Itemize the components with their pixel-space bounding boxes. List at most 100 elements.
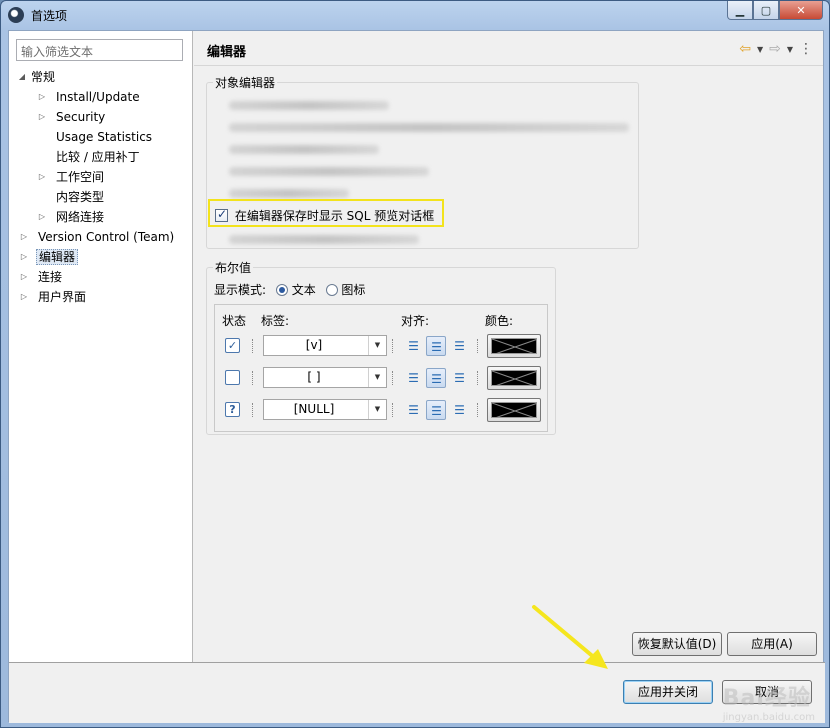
collapsed-triangle-icon[interactable]: ▷ [37, 107, 47, 127]
label-combo[interactable]: [v] ▼ [263, 335, 387, 356]
apply-and-close-button[interactable]: 应用并关闭 [623, 680, 713, 704]
align-left-icon[interactable]: ☰ [403, 400, 423, 420]
tree-item-version-control[interactable]: ▷ Version Control (Team) [19, 227, 174, 247]
blurred-option [229, 145, 379, 154]
grip-icon[interactable] [252, 403, 254, 417]
dialog-client: 输入筛选文本 ◢ 常规 ▷ Install/Update ▷ Security … [8, 30, 825, 723]
color-button[interactable] [487, 334, 541, 358]
close-button[interactable]: ✕ [779, 1, 823, 20]
filter-input[interactable]: 输入筛选文本 [16, 39, 183, 61]
minimize-icon: ▁ [735, 3, 745, 17]
group-title: 布尔值 [213, 259, 254, 276]
watermark-url: jingyan.baidu.com [722, 712, 815, 723]
tree-item-label: 网络连接 [56, 210, 105, 224]
color-button[interactable] [487, 398, 541, 422]
align-right-icon[interactable]: ☰ [449, 400, 469, 420]
unchecked-icon [225, 370, 240, 385]
window-controls: ▁ ▢ ✕ [727, 1, 823, 20]
title-bar[interactable]: 首选项 ▁ ▢ ✕ [1, 1, 829, 29]
mode-text-radio[interactable] [275, 283, 288, 296]
maximize-button[interactable]: ▢ [753, 1, 779, 20]
header-label: 标签: [261, 314, 290, 328]
watermark-brand: Bai经验 [722, 686, 811, 711]
collapsed-triangle-icon[interactable]: ▷ [19, 287, 29, 307]
grip-icon[interactable] [477, 403, 479, 417]
grip-icon[interactable] [392, 403, 394, 417]
more-options-icon[interactable]: ⋮ [799, 41, 813, 57]
tree-item-label: 连接 [38, 270, 63, 284]
dropdown-arrow-icon[interactable]: ▼ [368, 336, 386, 355]
color-swatch-icon [491, 402, 537, 418]
group-title: 对象编辑器 [213, 74, 278, 91]
collapsed-triangle-icon[interactable]: ▷ [37, 207, 47, 227]
boolean-row-null: ? [NULL] ▼ ☰ ☰ ☰ [215, 396, 547, 424]
tree-item-connections[interactable]: ▷ 连接 [19, 267, 62, 287]
window-title: 首选项 [31, 9, 68, 23]
label-combo[interactable]: [ ] ▼ [263, 367, 387, 388]
restore-defaults-button[interactable]: 恢复默认值(D) [632, 632, 722, 656]
sql-preview-option[interactable]: 在编辑器保存时显示 SQL 预览对话框 [215, 207, 434, 224]
mode-icon-radio[interactable] [325, 283, 338, 296]
collapsed-triangle-icon[interactable]: ▷ [37, 167, 47, 187]
display-mode-row: 显示模式: 文本 图标 [214, 281, 365, 298]
combo-value: [ ] [307, 370, 321, 384]
tree-item-content-types[interactable]: 内容类型 [56, 187, 104, 207]
align-left-icon[interactable]: ☰ [403, 368, 423, 388]
minimize-button[interactable]: ▁ [727, 1, 753, 20]
unknown-icon: ? [225, 402, 240, 417]
preferences-nav: 输入筛选文本 ◢ 常规 ▷ Install/Update ▷ Security … [9, 31, 193, 662]
apply-button[interactable]: 应用(A) [727, 632, 817, 656]
back-menu-icon[interactable]: ▼ [757, 45, 763, 54]
align-center-icon[interactable]: ☰ [426, 400, 446, 420]
expanded-triangle-icon[interactable]: ◢ [17, 67, 27, 87]
boolean-table: 状态 标签: 对齐: 颜色: ✓ [v] ▼ ☰ ☰ ☰ [] ▼ ☰ ☰ ☰… [214, 304, 548, 432]
tree-item-label: Version Control (Team) [38, 230, 175, 244]
back-arrow-icon[interactable]: ⇦ [739, 41, 751, 57]
tree-item-security[interactable]: ▷ Security [37, 107, 105, 127]
collapsed-triangle-icon[interactable]: ▷ [37, 87, 47, 107]
align-right-icon[interactable]: ☰ [449, 368, 469, 388]
tree-item-editors[interactable]: ▷ 编辑器 [19, 247, 79, 267]
tree-item-install-update[interactable]: ▷ Install/Update [37, 87, 140, 107]
title-separator [194, 65, 823, 66]
combo-value: [v] [305, 338, 323, 352]
checked-icon: ✓ [225, 338, 240, 353]
align-right-icon[interactable]: ☰ [449, 336, 469, 356]
align-left-icon[interactable]: ☰ [403, 336, 423, 356]
forward-menu-icon[interactable]: ▼ [787, 45, 793, 54]
dropdown-arrow-icon[interactable]: ▼ [368, 400, 386, 419]
sql-preview-checkbox[interactable] [215, 207, 228, 222]
grip-icon[interactable] [252, 339, 254, 353]
close-icon: ✕ [796, 3, 806, 17]
color-button[interactable] [487, 366, 541, 390]
grip-icon[interactable] [477, 339, 479, 353]
maximize-icon: ▢ [760, 3, 772, 17]
grip-icon[interactable] [477, 371, 479, 385]
tree-item-usage-statistics[interactable]: Usage Statistics [56, 127, 152, 147]
tree-item-general[interactable]: ◢ 常规 [17, 67, 55, 87]
label-combo[interactable]: [NULL] ▼ [263, 399, 387, 420]
tree-item-label: 编辑器 [36, 249, 79, 265]
grip-icon[interactable] [392, 371, 394, 385]
tree-item-label: 比较 / 应用补丁 [56, 150, 140, 164]
tree-item-compare-patch[interactable]: 比较 / 应用补丁 [56, 147, 140, 167]
tree-item-label: Usage Statistics [56, 130, 153, 144]
sql-preview-label: 在编辑器保存时显示 SQL 预览对话框 [234, 209, 435, 223]
align-center-icon[interactable]: ☰ [426, 368, 446, 388]
blurred-option [229, 123, 629, 132]
collapsed-triangle-icon[interactable]: ▷ [19, 227, 29, 247]
grip-icon[interactable] [392, 339, 394, 353]
tree-item-network[interactable]: ▷ 网络连接 [37, 207, 104, 227]
grip-icon[interactable] [252, 371, 254, 385]
tree-item-user-interface[interactable]: ▷ 用户界面 [19, 287, 86, 307]
mode-text-label: 文本 [291, 283, 316, 297]
tree-item-label: 用户界面 [38, 290, 87, 304]
align-center-icon[interactable]: ☰ [426, 336, 446, 356]
forward-arrow-icon[interactable]: ⇨ [769, 41, 781, 57]
tree-item-workspace[interactable]: ▷ 工作空间 [37, 167, 104, 187]
dropdown-arrow-icon[interactable]: ▼ [368, 368, 386, 387]
collapsed-triangle-icon[interactable]: ▷ [19, 247, 29, 267]
app-icon [8, 7, 24, 23]
blurred-option [229, 189, 349, 198]
collapsed-triangle-icon[interactable]: ▷ [19, 267, 29, 287]
